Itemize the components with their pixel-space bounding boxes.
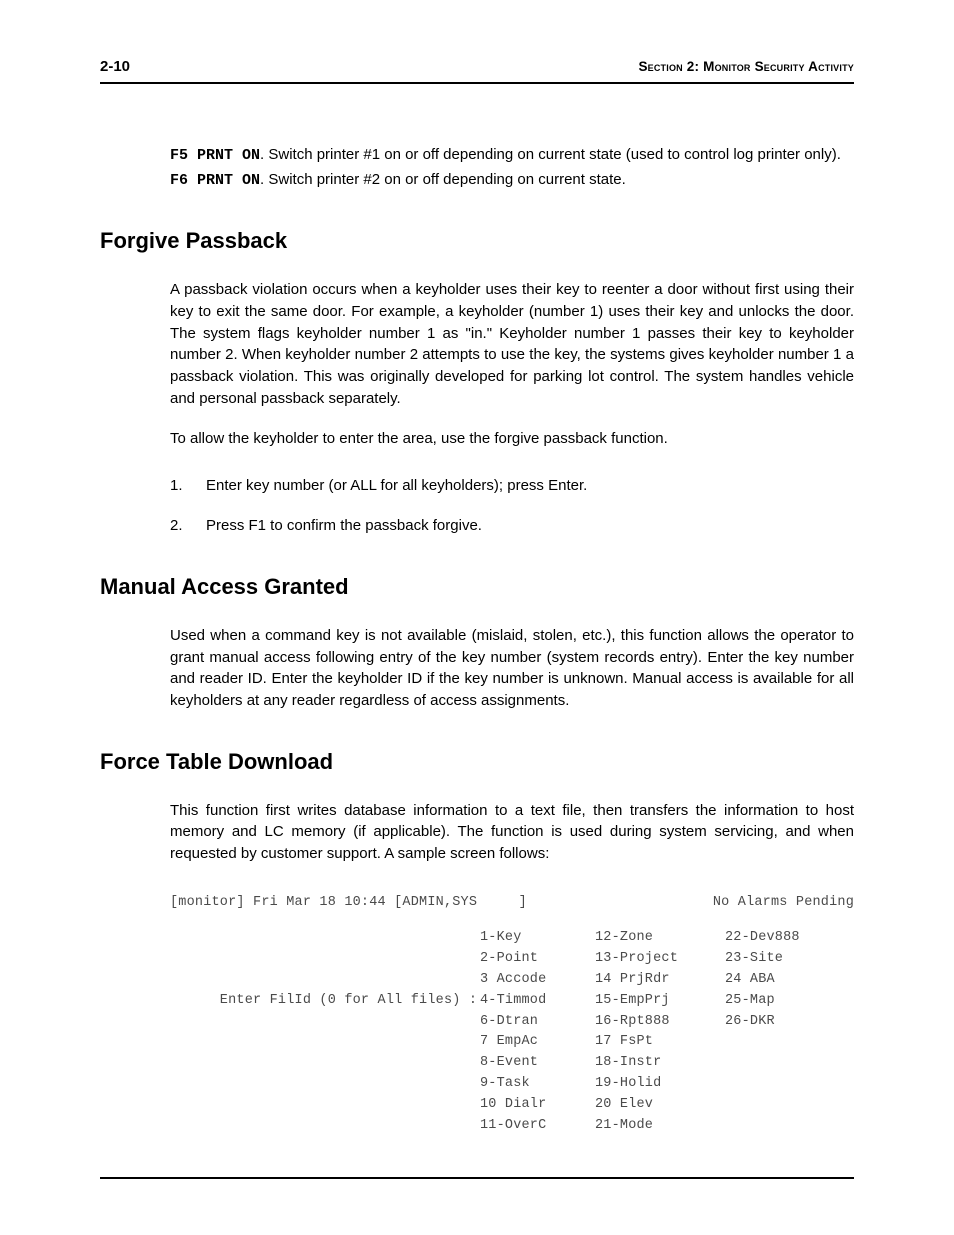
terminal-col1: 8-Event [480, 1053, 595, 1074]
terminal-row-prompt [170, 1116, 480, 1137]
terminal-row-prompt: Enter FilId (0 for All files) : [170, 991, 480, 1012]
page-number: 2-10 [100, 56, 130, 78]
terminal-col1: 6-Dtran [480, 1012, 595, 1033]
section-title: Section 2: Monitor Security Activity [638, 57, 854, 77]
terminal-col2: 12-Zone [595, 928, 725, 949]
terminal-row-cols: 4-Timmod15-EmpPrj25-Map [480, 991, 775, 1012]
terminal-col1: 7 EmpAc [480, 1032, 595, 1053]
terminal-col2: 17 FsPt [595, 1032, 725, 1053]
forgive-body: A passback violation occurs when a keyho… [170, 279, 854, 537]
f5-line: F5 PRNT ON. Switch printer #1 on or off … [170, 144, 854, 167]
terminal-screenshot: [monitor] Fri Mar 18 10:44 [ADMIN,SYS ] … [170, 893, 854, 1137]
terminal-col2: 18-Instr [595, 1053, 725, 1074]
terminal-col2: 13-Project [595, 949, 725, 970]
terminal-col2: 20 Elev [595, 1095, 725, 1116]
terminal-col2: 19-Holid [595, 1074, 725, 1095]
terminal-row: 9-Task19-Holid [170, 1074, 854, 1095]
terminal-header-right: No Alarms Pending [713, 893, 854, 914]
intro-block: F5 PRNT ON. Switch printer #1 on or off … [170, 144, 854, 192]
f6-key-label: F6 PRNT ON [170, 172, 260, 189]
f6-line: F6 PRNT ON. Switch printer #2 on or off … [170, 169, 854, 192]
terminal-row: 2-Point13-Project23-Site [170, 949, 854, 970]
terminal-row: 8-Event18-Instr [170, 1053, 854, 1074]
terminal-row: 10 Dialr20 Elev [170, 1095, 854, 1116]
f5-key-label: F5 PRNT ON [170, 147, 260, 164]
terminal-row: 6-Dtran16-Rpt88826-DKR [170, 1012, 854, 1033]
terminal-header: [monitor] Fri Mar 18 10:44 [ADMIN,SYS ] … [170, 893, 854, 914]
terminal-col2: 21-Mode [595, 1116, 725, 1137]
page: 2-10 Section 2: Monitor Security Activit… [0, 0, 954, 1235]
step-1-text: Enter key number (or ALL for all keyhold… [206, 475, 587, 497]
terminal-row-cols: 7 EmpAc17 FsPt [480, 1032, 725, 1053]
step-1-num: 1. [170, 475, 206, 497]
terminal-row-cols: 1-Key12-Zone22-Dev888 [480, 928, 800, 949]
terminal-row-prompt [170, 949, 480, 970]
manual-body: Used when a command key is not available… [170, 625, 854, 712]
terminal-col2: 16-Rpt888 [595, 1012, 725, 1033]
terminal-col1: 3 Accode [480, 970, 595, 991]
terminal-col2: 14 PrjRdr [595, 970, 725, 991]
step-1: 1. Enter key number (or ALL for all keyh… [170, 475, 854, 497]
terminal-row-cols: 3 Accode14 PrjRdr24 ABA [480, 970, 775, 991]
terminal-col3: 25-Map [725, 991, 775, 1012]
step-2-text: Press F1 to confirm the passback forgive… [206, 515, 482, 537]
terminal-row: 7 EmpAc17 FsPt [170, 1032, 854, 1053]
forgive-p2: To allow the keyholder to enter the area… [170, 428, 854, 450]
step-2: 2. Press F1 to confirm the passback forg… [170, 515, 854, 537]
terminal-row: 1-Key12-Zone22-Dev888 [170, 928, 854, 949]
terminal-col1: 9-Task [480, 1074, 595, 1095]
terminal-row-cols: 8-Event18-Instr [480, 1053, 725, 1074]
terminal-col1: 1-Key [480, 928, 595, 949]
terminal-body: 1-Key12-Zone22-Dev8882-Point13-Project23… [170, 928, 854, 1137]
terminal-col1: 2-Point [480, 949, 595, 970]
terminal-row-cols: 2-Point13-Project23-Site [480, 949, 783, 970]
terminal-col2: 15-EmpPrj [595, 991, 725, 1012]
terminal-row: Enter FilId (0 for All files) :4-Timmod1… [170, 991, 854, 1012]
terminal-row-cols: 6-Dtran16-Rpt88826-DKR [480, 1012, 775, 1033]
force-p1: This function first writes database info… [170, 800, 854, 865]
f5-text: . Switch printer #1 on or off depending … [260, 146, 841, 163]
terminal-row-prompt [170, 928, 480, 949]
footer-rule [100, 1177, 854, 1179]
terminal-row: 11-OverC21-Mode [170, 1116, 854, 1137]
terminal-col3: 26-DKR [725, 1012, 775, 1033]
terminal-row-prompt [170, 1074, 480, 1095]
terminal-header-left: [monitor] Fri Mar 18 10:44 [ADMIN,SYS ] [170, 893, 527, 914]
forgive-p1: A passback violation occurs when a keyho… [170, 279, 854, 410]
terminal-row-prompt [170, 970, 480, 991]
terminal-col3: 23-Site [725, 949, 783, 970]
terminal-col1: 4-Timmod [480, 991, 595, 1012]
terminal-row-prompt [170, 1053, 480, 1074]
terminal-col3: 24 ABA [725, 970, 775, 991]
heading-manual-access: Manual Access Granted [100, 571, 854, 603]
terminal-row-prompt [170, 1095, 480, 1116]
terminal-row-cols: 10 Dialr20 Elev [480, 1095, 725, 1116]
terminal-row-cols: 9-Task19-Holid [480, 1074, 725, 1095]
terminal-col3: 22-Dev888 [725, 928, 800, 949]
force-body: This function first writes database info… [170, 800, 854, 865]
terminal-col1: 11-OverC [480, 1116, 595, 1137]
forgive-steps: 1. Enter key number (or ALL for all keyh… [170, 475, 854, 537]
terminal-col1: 10 Dialr [480, 1095, 595, 1116]
page-header: 2-10 Section 2: Monitor Security Activit… [100, 56, 854, 84]
step-2-num: 2. [170, 515, 206, 537]
terminal-row-prompt [170, 1032, 480, 1053]
terminal-row-cols: 11-OverC21-Mode [480, 1116, 725, 1137]
f6-text: . Switch printer #2 on or off depending … [260, 171, 626, 188]
manual-p1: Used when a command key is not available… [170, 625, 854, 712]
terminal-row-prompt [170, 1012, 480, 1033]
terminal-row: 3 Accode14 PrjRdr24 ABA [170, 970, 854, 991]
heading-forgive-passback: Forgive Passback [100, 225, 854, 257]
heading-force-table: Force Table Download [100, 746, 854, 778]
